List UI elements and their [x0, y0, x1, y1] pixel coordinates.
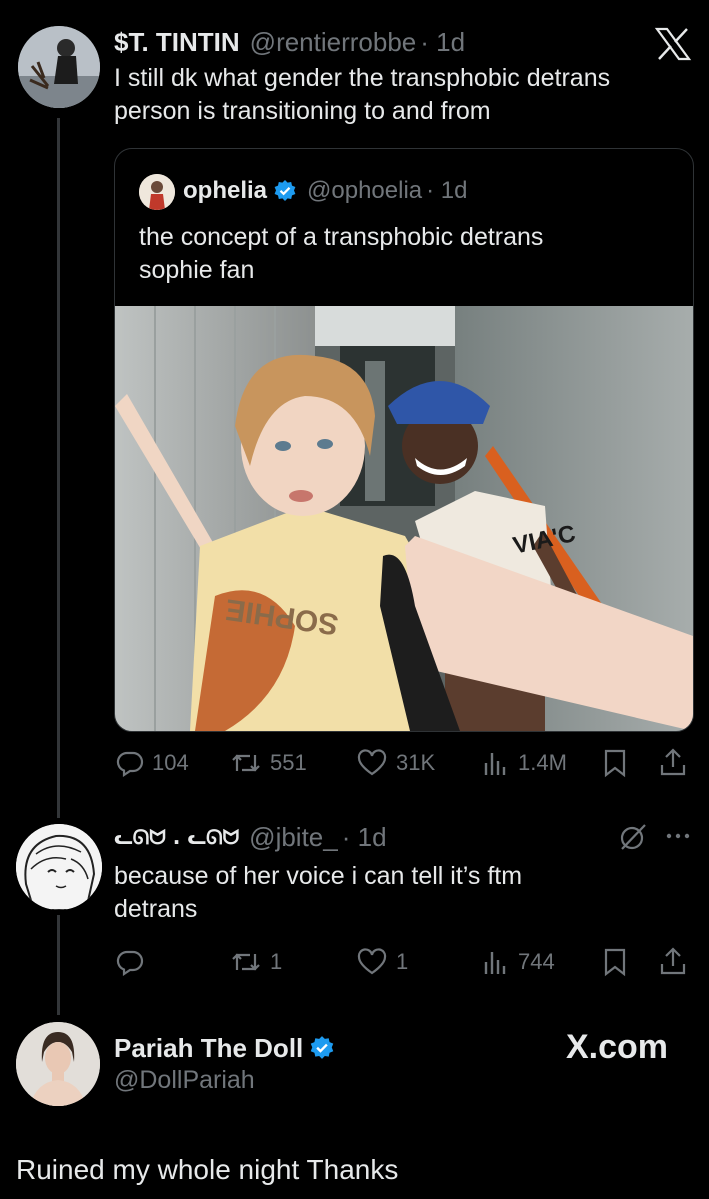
tweet2-display-name[interactable]: ᓚᘏᗢ . ᓚᘏᗢ [114, 825, 239, 849]
reply-count: 104 [152, 750, 189, 775]
repost-count: 551 [270, 750, 307, 775]
more-options-icon[interactable] [666, 832, 690, 840]
profile-display-name[interactable]: Pariah The Doll [114, 1033, 303, 1064]
tweet1-text-line2: person is transitioning to and from [114, 97, 491, 125]
views-icon [482, 948, 510, 976]
like-count: 31K [396, 750, 436, 775]
avatar-ophelia[interactable] [139, 174, 175, 210]
views-icon [482, 749, 510, 777]
views-count: 1.4M [518, 750, 567, 775]
avatar-jbite[interactable] [16, 824, 102, 910]
views-count-2: 744 [518, 949, 555, 974]
quote-text-line1: the concept of a transphobic detrans [139, 223, 544, 251]
verified-badge-icon [309, 1035, 335, 1061]
caption-text: Ruined my whole night Thanks [16, 1154, 399, 1185]
quote-display-name[interactable]: ophelia [183, 177, 267, 205]
thread-line-1 [57, 118, 60, 818]
x-com-label: X.com [566, 1028, 669, 1066]
tweet2-text-line1: because of her voice i can tell it’s ftm [114, 862, 523, 890]
reply-icon [116, 948, 144, 976]
repost-button-2[interactable]: 1 [230, 948, 282, 976]
avatar-tintin[interactable] [18, 26, 100, 108]
profile-handle[interactable]: @DollPariah [114, 1066, 255, 1095]
repost-icon [230, 749, 262, 777]
avatar-pariah[interactable] [16, 1022, 100, 1106]
views-button[interactable]: 1.4M [482, 749, 567, 777]
tweet1-text-line1: I still dk what gender the transphobic d… [114, 64, 611, 92]
tweet1-time[interactable]: · 1d [420, 27, 465, 58]
tweet2-time[interactable]: · 1d [342, 822, 387, 853]
thread-line-2 [57, 915, 60, 1015]
repost-count-2: 1 [270, 949, 283, 974]
grok-icon[interactable] [618, 822, 648, 852]
heart-icon [356, 948, 388, 976]
quote-handle[interactable]: @ophoelia [307, 177, 422, 205]
repost-button[interactable]: 551 [230, 749, 307, 777]
quote-photo[interactable]: VIA'C SOPHIE [115, 306, 693, 731]
quote-text-line2: sophie fan [139, 256, 255, 284]
like-button-2[interactable]: 1 [356, 948, 408, 976]
repost-icon [230, 948, 262, 976]
reply-button[interactable]: 104 [116, 749, 189, 777]
reply-button-2[interactable] [116, 948, 152, 976]
views-button-2[interactable]: 744 [482, 948, 555, 976]
share-icon[interactable] [658, 946, 688, 976]
heart-icon [356, 749, 388, 777]
reply-icon [116, 749, 144, 777]
tweet2-handle[interactable]: @jbite_ [249, 822, 338, 853]
bookmark-icon[interactable] [602, 748, 628, 778]
verified-badge-icon [273, 179, 297, 203]
quote-time[interactable]: · 1d [426, 177, 467, 205]
tweet2-text-line2: detrans [114, 895, 198, 923]
x-logo-icon[interactable] [654, 27, 692, 61]
like-count-2: 1 [396, 949, 409, 974]
quote-tweet-card[interactable]: ophelia @ophoelia · 1d the concept of a … [114, 148, 694, 732]
tweet1-display-name[interactable]: $T. TINTIN [114, 27, 240, 58]
bookmark-icon[interactable] [602, 947, 628, 977]
tweet1-handle[interactable]: @rentierrobbe [250, 27, 417, 58]
like-button[interactable]: 31K [356, 749, 435, 777]
share-icon[interactable] [658, 747, 688, 777]
